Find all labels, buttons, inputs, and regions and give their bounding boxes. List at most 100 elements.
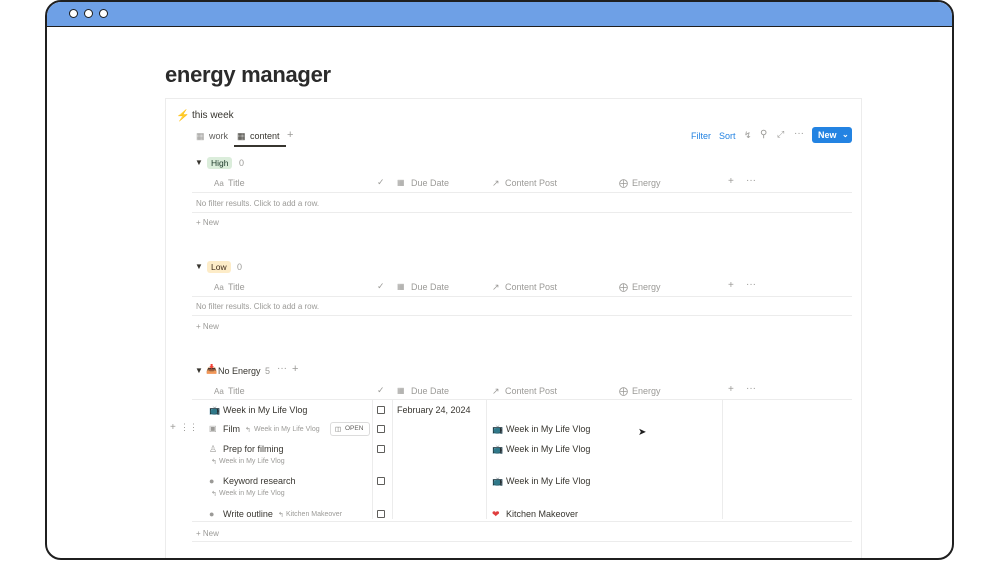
row-content-post[interactable]: Week in My Life Vlog bbox=[506, 476, 590, 486]
row-title[interactable]: Week in My Life Vlog bbox=[223, 405, 307, 415]
new-row-button[interactable]: + New bbox=[196, 529, 219, 538]
drag-handle-icon[interactable]: ⋮⋮ bbox=[180, 422, 198, 433]
row-title[interactable]: Keyword research bbox=[223, 476, 296, 486]
row-parent[interactable]: Week in My Life Vlog bbox=[219, 490, 285, 497]
col-title[interactable]: Title bbox=[228, 282, 245, 292]
search-icon[interactable]: ⚲ bbox=[760, 129, 767, 140]
tab-content[interactable]: content bbox=[250, 131, 280, 141]
row-checkbox[interactable] bbox=[377, 477, 385, 485]
empty-state-text[interactable]: No filter results. Click to add a row. bbox=[196, 302, 319, 311]
divider bbox=[192, 315, 852, 316]
group-label-high[interactable]: High bbox=[207, 157, 233, 169]
new-row-label: New bbox=[202, 529, 219, 538]
tv-icon: 📺 bbox=[492, 444, 504, 454]
group-label-low[interactable]: Low bbox=[207, 261, 231, 273]
new-row-button[interactable]: + New bbox=[196, 322, 219, 331]
parent-arrow-icon: ↰ bbox=[245, 427, 251, 434]
filter-button[interactable]: Filter bbox=[691, 131, 711, 141]
sort-button[interactable]: Sort bbox=[719, 131, 736, 141]
tv-icon: 📺 bbox=[209, 405, 221, 415]
add-property-icon[interactable]: + bbox=[728, 384, 734, 395]
select-col-icon: ⨁ bbox=[619, 282, 628, 292]
window-close-dot[interactable] bbox=[69, 9, 78, 18]
col-energy[interactable]: Energy bbox=[632, 282, 661, 292]
new-row-label: New bbox=[202, 218, 219, 227]
row-title[interactable]: Prep for filming bbox=[223, 444, 284, 454]
col-due-date[interactable]: Due Date bbox=[411, 178, 449, 188]
row-content-post[interactable]: Week in My Life Vlog bbox=[506, 444, 590, 454]
new-row-label: New bbox=[202, 322, 219, 331]
window-minimize-dot[interactable] bbox=[84, 9, 93, 18]
col-due-date[interactable]: Due Date bbox=[411, 282, 449, 292]
row-checkbox[interactable] bbox=[377, 510, 385, 518]
row-content-post[interactable]: Kitchen Makeover bbox=[506, 509, 578, 519]
add-row-icon[interactable]: + bbox=[170, 422, 176, 433]
new-row-button[interactable]: + New bbox=[196, 218, 219, 227]
row-title[interactable]: Write outline bbox=[223, 509, 273, 519]
add-property-icon[interactable]: + bbox=[728, 176, 734, 187]
heart-icon: ❤ bbox=[492, 509, 500, 519]
divider bbox=[192, 541, 852, 542]
window-maximize-dot[interactable] bbox=[99, 9, 108, 18]
col-title[interactable]: Title bbox=[228, 386, 245, 396]
row-title[interactable]: Film bbox=[223, 424, 240, 434]
page-title: energy manager bbox=[165, 62, 331, 87]
group-add-icon[interactable]: + bbox=[292, 363, 298, 375]
new-button-label: New bbox=[818, 130, 837, 140]
divider bbox=[392, 399, 393, 519]
pin-icon: ● bbox=[209, 509, 215, 519]
col-energy[interactable]: Energy bbox=[632, 386, 661, 396]
group-toggle-icon[interactable]: ▼ bbox=[195, 158, 203, 167]
calendar-icon: ▦ bbox=[397, 282, 405, 291]
divider bbox=[192, 399, 852, 400]
group-label-no-energy[interactable]: No Energy bbox=[218, 366, 261, 376]
col-due-date[interactable]: Due Date bbox=[411, 386, 449, 396]
col-title[interactable]: Title bbox=[228, 178, 245, 188]
chevron-down-icon[interactable]: ⌄ bbox=[842, 130, 849, 139]
camera-icon: ▣ bbox=[209, 424, 217, 433]
divider bbox=[372, 399, 373, 519]
active-tab-underline bbox=[234, 145, 286, 147]
group-more-icon[interactable]: ··· bbox=[277, 363, 287, 374]
more-icon[interactable]: ··· bbox=[746, 279, 756, 290]
col-content-post[interactable]: Content Post bbox=[505, 282, 557, 292]
parent-arrow-icon: ↰ bbox=[278, 512, 284, 519]
row-checkbox[interactable] bbox=[377, 425, 385, 433]
add-property-icon[interactable]: + bbox=[728, 280, 734, 291]
add-view-icon[interactable]: + bbox=[287, 129, 293, 141]
row-parent[interactable]: Kitchen Makeover bbox=[286, 511, 342, 518]
more-icon[interactable]: ··· bbox=[794, 128, 804, 139]
checkbox-col-icon: ✓ bbox=[377, 385, 385, 395]
group-toggle-icon[interactable]: ▼ bbox=[195, 366, 203, 375]
divider bbox=[722, 399, 723, 519]
row-checkbox[interactable] bbox=[377, 445, 385, 453]
expand-icon[interactable]: ⤢ bbox=[777, 129, 784, 140]
open-button[interactable]: ◫ OPEN bbox=[330, 422, 370, 436]
empty-state-text[interactable]: No filter results. Click to add a row. bbox=[196, 199, 319, 208]
new-button[interactable]: New ⌄ bbox=[812, 127, 852, 143]
row-parent[interactable]: Week in My Life Vlog bbox=[219, 458, 285, 465]
more-icon[interactable]: ··· bbox=[746, 175, 756, 186]
select-col-icon: ⨁ bbox=[619, 386, 628, 396]
group-toggle-icon[interactable]: ▼ bbox=[195, 262, 203, 271]
row-content-post[interactable]: Week in My Life Vlog bbox=[506, 424, 590, 434]
title-bar bbox=[47, 2, 952, 27]
col-content-post[interactable]: Content Post bbox=[505, 386, 557, 396]
database-view: ⚡ this week ▦ work ▦ content + Filter So… bbox=[165, 98, 862, 558]
checkbox-col-icon: ✓ bbox=[377, 177, 385, 187]
plug-icon: ⚡ bbox=[176, 110, 190, 122]
row-checkbox[interactable] bbox=[377, 406, 385, 414]
pin-icon: ● bbox=[209, 476, 215, 486]
tv-icon: 📺 bbox=[492, 424, 504, 434]
col-energy[interactable]: Energy bbox=[632, 178, 661, 188]
more-icon[interactable]: ··· bbox=[746, 383, 756, 394]
parent-arrow-icon: ↰ bbox=[211, 459, 217, 466]
database-title[interactable]: this week bbox=[192, 110, 234, 121]
automation-bolt-icon[interactable]: ↯ bbox=[744, 130, 752, 141]
tab-work[interactable]: work bbox=[209, 131, 228, 141]
row-parent[interactable]: Week in My Life Vlog bbox=[254, 426, 320, 433]
group-count: 0 bbox=[237, 262, 243, 272]
row-due-date[interactable]: February 24, 2024 bbox=[397, 405, 471, 415]
table-icon: ▦ bbox=[237, 131, 246, 141]
col-content-post[interactable]: Content Post bbox=[505, 178, 557, 188]
